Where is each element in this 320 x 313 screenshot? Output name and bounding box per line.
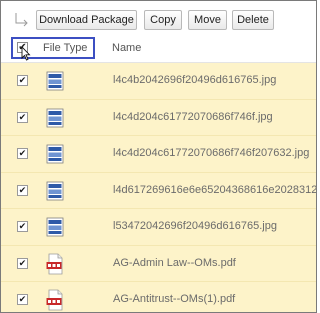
file-name[interactable]: l53472042696f20496d616765.jpg [113, 220, 277, 232]
image-file-icon [46, 144, 64, 164]
download-package-button[interactable]: Download Package [36, 10, 137, 30]
file-name[interactable]: l4c4b2042696f20496d616765.jpg [113, 74, 276, 86]
file-browser-window: Download Package Copy Move Delete ✔ File… [0, 0, 317, 313]
table-row[interactable]: ✔ l4c4d204c61772070686f746f.jpg [1, 99, 316, 136]
row-checkbox[interactable]: ✔ [17, 75, 28, 86]
file-list: ✔ l4c4b2042696f20496d616765.jpg ✔ l4c4d204c… [1, 63, 316, 312]
table-row[interactable]: ✔ l4d617269616e6e65204368616e20283129.jpg [1, 172, 316, 209]
file-name[interactable]: AG-Antitrust--OMs(1).pdf [113, 293, 235, 305]
file-name[interactable]: l4d617269616e6e65204368616e20283129.jpg [113, 184, 316, 196]
row-checkbox[interactable]: ✔ [17, 221, 28, 232]
table-row[interactable]: ✔ AG-Admin Law--OMs.pdf [1, 245, 316, 282]
table-row[interactable]: ✔ AG-Antitrust--OMs(1).pdf [1, 282, 316, 312]
pdf-file-icon [46, 289, 63, 311]
table-header: ✔ File Type Name [1, 34, 316, 63]
row-checkbox[interactable]: ✔ [17, 148, 28, 159]
row-checkbox[interactable]: ✔ [17, 257, 28, 269]
row-checkbox[interactable]: ✔ [17, 294, 28, 305]
pdf-file-icon [46, 253, 63, 274]
file-name[interactable]: l4c4d204c61772070686f746f.jpg [113, 111, 273, 123]
parent-folder-arrow-icon [15, 13, 28, 27]
image-file-icon [46, 217, 64, 237]
table-row[interactable]: ✔ l53472042696f20496d616765.jpg [1, 209, 316, 246]
toolbar: Download Package Copy Move Delete [1, 1, 316, 31]
image-file-icon [46, 108, 64, 127]
delete-button[interactable]: Delete [232, 10, 274, 30]
image-file-icon [46, 71, 64, 91]
file-name[interactable]: AG-Admin Law--OMs.pdf [113, 257, 236, 269]
row-checkbox[interactable]: ✔ [17, 184, 28, 196]
table-row[interactable]: ✔ l4c4b2042696f20496d616765.jpg [1, 63, 316, 100]
name-column-header[interactable]: Name [112, 42, 141, 54]
mouse-cursor-icon [21, 46, 31, 61]
copy-button[interactable]: Copy [144, 10, 182, 30]
row-checkbox[interactable]: ✔ [17, 111, 28, 123]
file-type-column-header[interactable]: File Type [43, 42, 87, 54]
image-file-icon [46, 181, 64, 200]
table-row[interactable]: ✔ l4c4d204c61772070686f746f207632.jpg [1, 136, 316, 173]
move-button[interactable]: Move [188, 10, 227, 30]
file-name[interactable]: l4c4d204c61772070686f746f207632.jpg [113, 147, 309, 159]
